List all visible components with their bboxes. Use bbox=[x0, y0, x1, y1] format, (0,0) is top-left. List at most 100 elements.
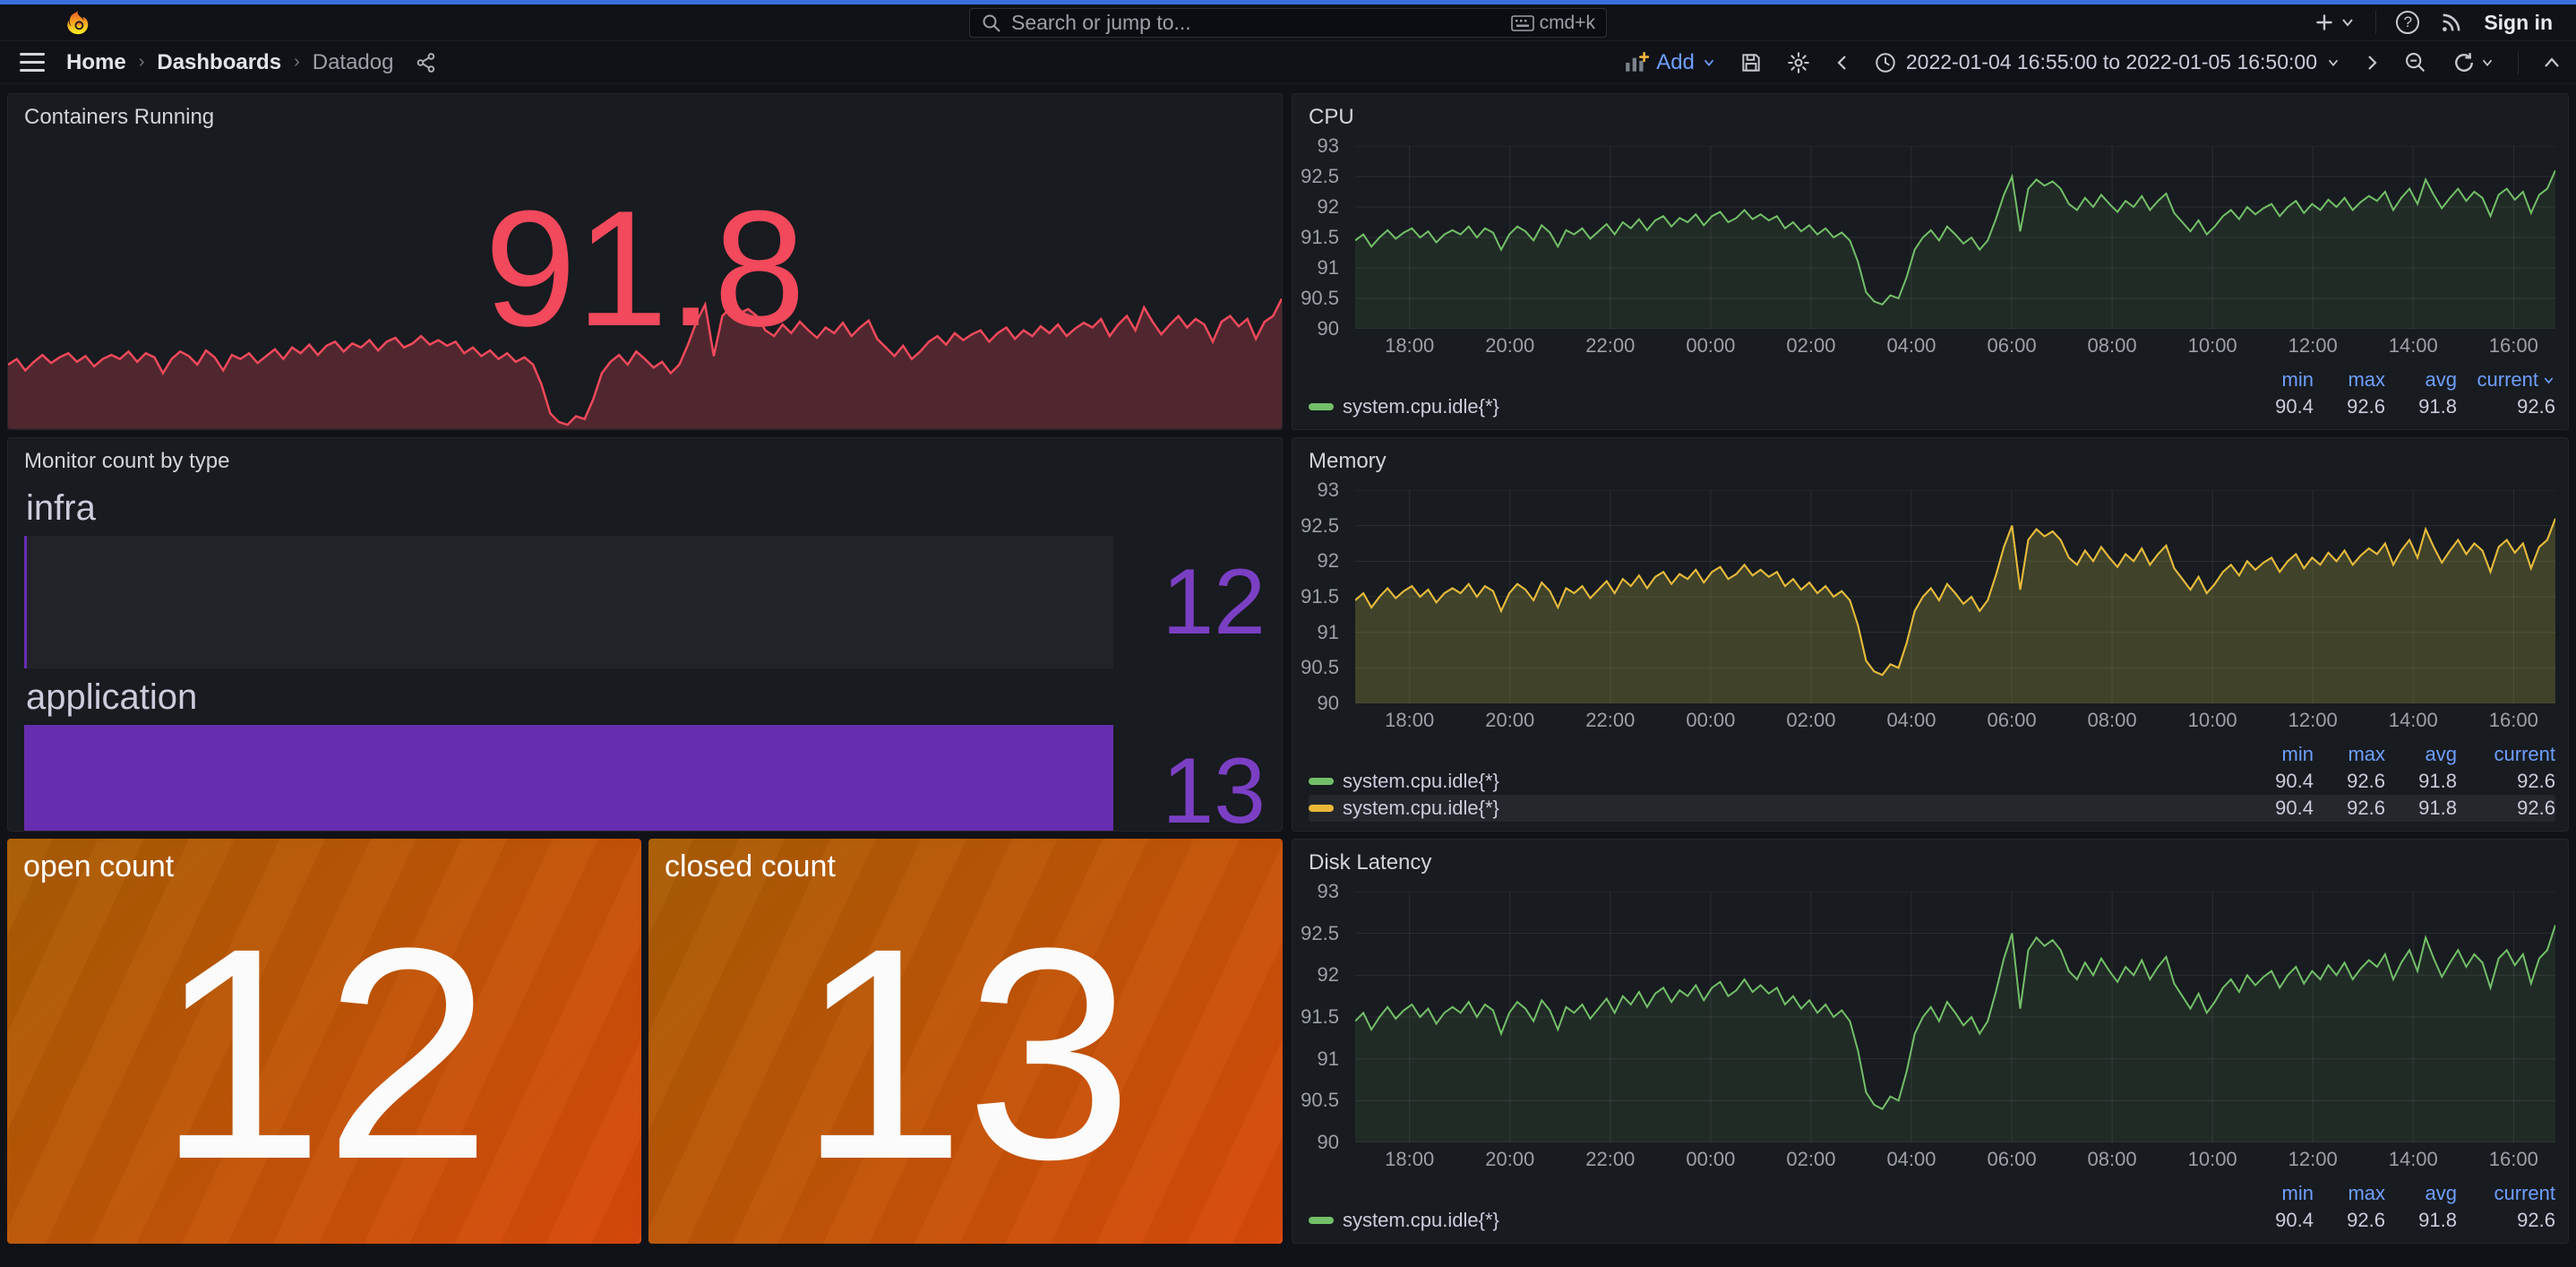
panel-closed-count: closed count 13 bbox=[648, 839, 1283, 1244]
clock-icon bbox=[1874, 51, 1897, 74]
panel-containers-running: Containers Running 91.8 bbox=[7, 93, 1283, 430]
legend-min: 90.4 bbox=[2242, 770, 2314, 793]
panel-title[interactable]: CPU bbox=[1292, 94, 2568, 130]
add-panel-button[interactable]: Add bbox=[1624, 50, 1716, 75]
legend-sort-min[interactable]: min bbox=[2242, 1182, 2314, 1205]
legend-series[interactable]: system.cpu.idle{*} bbox=[1309, 395, 2242, 418]
add-panel-icon bbox=[1624, 51, 1649, 74]
legend-series[interactable]: system.cpu.idle{*} bbox=[1309, 797, 2242, 820]
legend-avg: 91.8 bbox=[2385, 770, 2457, 793]
panel-monitor-count: Monitor count by type infra 12 applicati… bbox=[7, 437, 1283, 832]
search-shortcut: cmd+k bbox=[1511, 13, 1595, 34]
x-axis-labels: 18:0020:0022:0000:0002:0004:0006:0008:00… bbox=[1355, 334, 2555, 361]
bar-label: infra bbox=[24, 479, 1266, 536]
kiosk-mode-icon[interactable] bbox=[2542, 55, 2562, 71]
panel-open-count: open count 12 bbox=[7, 839, 641, 1244]
help-icon[interactable]: ? bbox=[2396, 11, 2419, 34]
bar-label: application bbox=[24, 668, 1266, 725]
divider bbox=[2375, 11, 2376, 34]
dashboard-grid: Containers Running 91.8 CPU 9090.59191.5… bbox=[0, 84, 2576, 1244]
panel-disk-latency: Disk Latency 9090.59191.59292.593 18:002… bbox=[1292, 839, 2569, 1244]
panel-title[interactable]: Disk Latency bbox=[1292, 840, 2568, 875]
legend-max: 92.6 bbox=[2314, 395, 2385, 418]
legend-min: 90.4 bbox=[2242, 797, 2314, 820]
legend-avg: 91.8 bbox=[2385, 797, 2457, 820]
top-nav: Search or jump to... cmd+k ? Sign in bbox=[0, 4, 2576, 41]
zoom-out-icon[interactable] bbox=[2403, 50, 2428, 75]
legend-current: 92.6 bbox=[2457, 770, 2555, 793]
share-icon[interactable] bbox=[415, 51, 438, 74]
legend-sort-min[interactable]: min bbox=[2242, 743, 2314, 766]
sign-in-button[interactable]: Sign in bbox=[2484, 11, 2553, 35]
y-axis-labels: 9090.59191.59292.593 bbox=[1300, 892, 1346, 1142]
disk-plot-area[interactable]: 9090.59191.59292.593 bbox=[1355, 892, 2555, 1142]
legend-sort-current[interactable]: current bbox=[2457, 1182, 2555, 1205]
time-forward-icon[interactable] bbox=[2364, 53, 2380, 73]
panel-title[interactable]: Monitor count by type bbox=[8, 438, 1282, 474]
time-back-icon[interactable] bbox=[1834, 53, 1850, 73]
series-color-marker bbox=[1309, 1217, 1334, 1224]
chevron-down-icon bbox=[2542, 374, 2555, 387]
sparkline bbox=[8, 295, 1282, 429]
search-icon bbox=[981, 13, 1002, 34]
breadcrumb-current: Datadog bbox=[313, 50, 394, 75]
cpu-plot-area[interactable]: 9090.59191.59292.593 bbox=[1355, 146, 2555, 329]
legend-sort-max[interactable]: max bbox=[2314, 368, 2385, 392]
disk-legend: min max avg current system.cpu.idle{*} 9… bbox=[1292, 1175, 2568, 1243]
legend-avg: 91.8 bbox=[2385, 395, 2457, 418]
legend-series[interactable]: system.cpu.idle{*} bbox=[1309, 770, 2242, 793]
dashboard-toolbar: Home › Dashboards › Datadog Add bbox=[0, 41, 2576, 84]
bar-gauge: infra 12 application 13 bbox=[8, 474, 1282, 832]
panel-title[interactable]: Memory bbox=[1292, 438, 2568, 474]
chevron-down-icon bbox=[1702, 56, 1716, 70]
legend-current: 92.6 bbox=[2457, 1209, 2555, 1232]
chevron-down-icon bbox=[2480, 56, 2494, 70]
panel-title[interactable]: closed count bbox=[665, 849, 836, 884]
breadcrumb-separator: › bbox=[139, 52, 145, 73]
legend-sort-max[interactable]: max bbox=[2314, 743, 2385, 766]
news-icon[interactable] bbox=[2439, 10, 2464, 35]
search-placeholder: Search or jump to... bbox=[1011, 11, 1502, 35]
time-range-picker[interactable]: 2022-01-04 16:55:00 to 2022-01-05 16:50:… bbox=[1874, 50, 2340, 74]
legend-series[interactable]: system.cpu.idle{*} bbox=[1309, 1209, 2242, 1232]
legend-current: 92.6 bbox=[2457, 395, 2555, 418]
panel-title[interactable]: open count bbox=[23, 849, 174, 884]
legend-sort-max[interactable]: max bbox=[2314, 1182, 2385, 1205]
panel-cpu: CPU 9090.59191.59292.593 18:0020:0022:00… bbox=[1292, 93, 2569, 430]
memory-plot-area[interactable]: 9090.59191.59292.593 bbox=[1355, 490, 2555, 703]
grafana-logo[interactable] bbox=[64, 9, 91, 36]
series-color-marker bbox=[1309, 403, 1334, 410]
legend-sort-avg[interactable]: avg bbox=[2385, 1182, 2457, 1205]
breadcrumb: Home › Dashboards › Datadog bbox=[66, 50, 438, 75]
bar-value: 13 bbox=[1113, 725, 1266, 832]
cpu-legend: min max avg current system.cpu.idle{*} 9… bbox=[1292, 361, 2568, 429]
refresh-button[interactable] bbox=[2451, 50, 2494, 75]
breadcrumb-home[interactable]: Home bbox=[66, 50, 126, 75]
chevron-down-icon bbox=[2340, 14, 2356, 30]
legend-sort-current[interactable]: current bbox=[2457, 368, 2555, 392]
panel-title[interactable]: Containers Running bbox=[8, 94, 1282, 130]
y-axis-labels: 9090.59191.59292.593 bbox=[1300, 146, 1346, 329]
legend-sort-current[interactable]: current bbox=[2457, 743, 2555, 766]
divider bbox=[2518, 51, 2519, 74]
legend-sort-min[interactable]: min bbox=[2242, 368, 2314, 392]
legend-sort-avg[interactable]: avg bbox=[2385, 743, 2457, 766]
bar-track-application[interactable] bbox=[24, 725, 1113, 832]
menu-toggle-icon[interactable] bbox=[20, 53, 45, 72]
legend-max: 92.6 bbox=[2314, 770, 2385, 793]
x-axis-labels: 18:0020:0022:0000:0002:0004:0006:0008:00… bbox=[1355, 709, 2555, 736]
stat-row: open count 12 closed count 13 bbox=[7, 839, 1283, 1244]
bar-track-infra[interactable] bbox=[24, 536, 1113, 668]
y-axis-labels: 9090.59191.59292.593 bbox=[1300, 490, 1346, 703]
legend-current: 92.6 bbox=[2457, 797, 2555, 820]
legend-max: 92.6 bbox=[2314, 1209, 2385, 1232]
legend-avg: 91.8 bbox=[2385, 1209, 2457, 1232]
legend-max: 92.6 bbox=[2314, 797, 2385, 820]
settings-gear-icon[interactable] bbox=[1786, 50, 1811, 75]
legend-sort-avg[interactable]: avg bbox=[2385, 368, 2457, 392]
save-dashboard-icon[interactable] bbox=[1739, 51, 1763, 74]
new-menu-button[interactable] bbox=[2313, 11, 2356, 34]
memory-legend: min max avg current system.cpu.idle{*} 9… bbox=[1292, 736, 2568, 831]
search-input[interactable]: Search or jump to... cmd+k bbox=[969, 8, 1607, 38]
breadcrumb-dashboards[interactable]: Dashboards bbox=[157, 50, 281, 75]
